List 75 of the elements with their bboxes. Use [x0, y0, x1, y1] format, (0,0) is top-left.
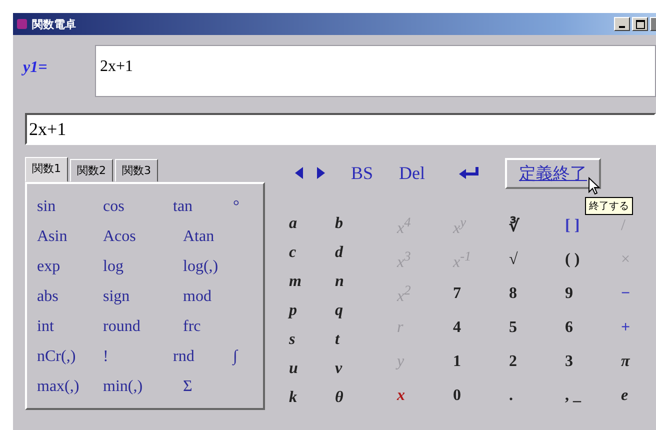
- app-icon: [17, 19, 27, 29]
- keypad-key[interactable]: ∛: [509, 216, 519, 236]
- function-tab[interactable]: 関数1: [25, 157, 68, 182]
- variable-key[interactable]: p: [289, 302, 297, 320]
- keypad-key[interactable]: +: [621, 319, 630, 337]
- function-key[interactable]: Σ: [183, 378, 192, 396]
- variable-key[interactable]: m: [289, 272, 302, 290]
- function-key[interactable]: int: [37, 318, 54, 336]
- expression-input[interactable]: 2x+1: [25, 113, 656, 145]
- function-key[interactable]: !: [103, 348, 108, 366]
- function-key[interactable]: mod: [183, 288, 212, 306]
- function-key[interactable]: cos: [103, 198, 124, 216]
- variable-key[interactable]: n: [335, 272, 344, 290]
- keypad-key[interactable]: 3: [565, 353, 573, 371]
- function-key[interactable]: rnd: [173, 348, 194, 366]
- keypad-key[interactable]: [ ]: [565, 217, 580, 235]
- window-title: 関数電卓: [32, 16, 76, 32]
- function-key[interactable]: log: [103, 258, 124, 276]
- keypad-key[interactable]: −: [621, 285, 630, 303]
- function-key[interactable]: min(,): [103, 378, 143, 396]
- function-key[interactable]: tan: [173, 198, 193, 216]
- function-key[interactable]: round: [103, 318, 140, 336]
- variable-key[interactable]: b: [335, 214, 343, 232]
- keypad-key[interactable]: 4: [453, 319, 461, 337]
- function-key[interactable]: sin: [37, 198, 56, 216]
- function-key[interactable]: frc: [183, 318, 201, 336]
- function-key[interactable]: max(,): [37, 378, 80, 396]
- function-tab[interactable]: 関数3: [115, 159, 158, 182]
- keypad-key[interactable]: √: [509, 251, 518, 269]
- minimize-button[interactable]: [614, 17, 630, 31]
- finish-definition-button[interactable]: 定義終了: [505, 158, 602, 188]
- close-button[interactable]: [650, 17, 656, 31]
- function-key[interactable]: log(,): [183, 258, 218, 276]
- function-key[interactable]: °: [233, 198, 240, 216]
- toolbar-button[interactable]: BS: [347, 160, 378, 186]
- variable-key[interactable]: v: [335, 360, 342, 378]
- function-key[interactable]: ∫: [233, 348, 238, 366]
- keypad-key[interactable]: 8: [509, 285, 517, 303]
- keypad-key[interactable]: 5: [509, 319, 517, 337]
- keypad-key[interactable]: , _: [565, 387, 581, 405]
- variable-key[interactable]: θ: [335, 388, 344, 406]
- maximize-icon: [636, 20, 644, 28]
- function-key[interactable]: sign: [103, 288, 130, 306]
- mouse-pointer-icon: [588, 177, 600, 195]
- keypad-key[interactable]: 1: [453, 353, 461, 371]
- variable-key[interactable]: c: [289, 244, 296, 262]
- keypad-key[interactable]: ( ): [565, 251, 580, 269]
- keypad-key[interactable]: x: [397, 387, 405, 405]
- maximize-button[interactable]: [632, 17, 648, 31]
- keypad-key[interactable]: 7: [453, 285, 461, 303]
- keypad-key[interactable]: e: [621, 387, 628, 405]
- function-tab[interactable]: 関数2: [70, 159, 113, 182]
- tooltip: 終了する: [585, 197, 633, 215]
- function-key[interactable]: abs: [37, 288, 58, 306]
- function-key[interactable]: exp: [37, 258, 60, 276]
- keypad-key[interactable]: 6: [565, 319, 573, 337]
- variable-key[interactable]: t: [335, 330, 340, 348]
- keypad-key[interactable]: .: [509, 387, 513, 405]
- variable-key[interactable]: k: [289, 388, 297, 406]
- expression-display: 2x+1: [95, 45, 656, 97]
- function-key[interactable]: Atan: [183, 228, 214, 246]
- function-key[interactable]: nCr(,): [37, 348, 76, 366]
- keypad-key[interactable]: 9: [565, 285, 573, 303]
- variable-key[interactable]: d: [335, 244, 343, 262]
- keypad-key[interactable]: 0: [453, 387, 461, 405]
- function-key[interactable]: Asin: [37, 228, 68, 246]
- toolbar-button[interactable]: Del: [395, 160, 430, 186]
- keypad-key[interactable]: π: [621, 353, 630, 371]
- variable-key[interactable]: a: [289, 214, 297, 232]
- keypad-key[interactable]: 2: [509, 353, 517, 371]
- function-label: y1=: [23, 58, 48, 78]
- variable-key[interactable]: q: [335, 302, 343, 320]
- variable-key[interactable]: s: [289, 330, 296, 348]
- function-key[interactable]: Acos: [103, 228, 136, 246]
- variable-key[interactable]: u: [289, 360, 298, 378]
